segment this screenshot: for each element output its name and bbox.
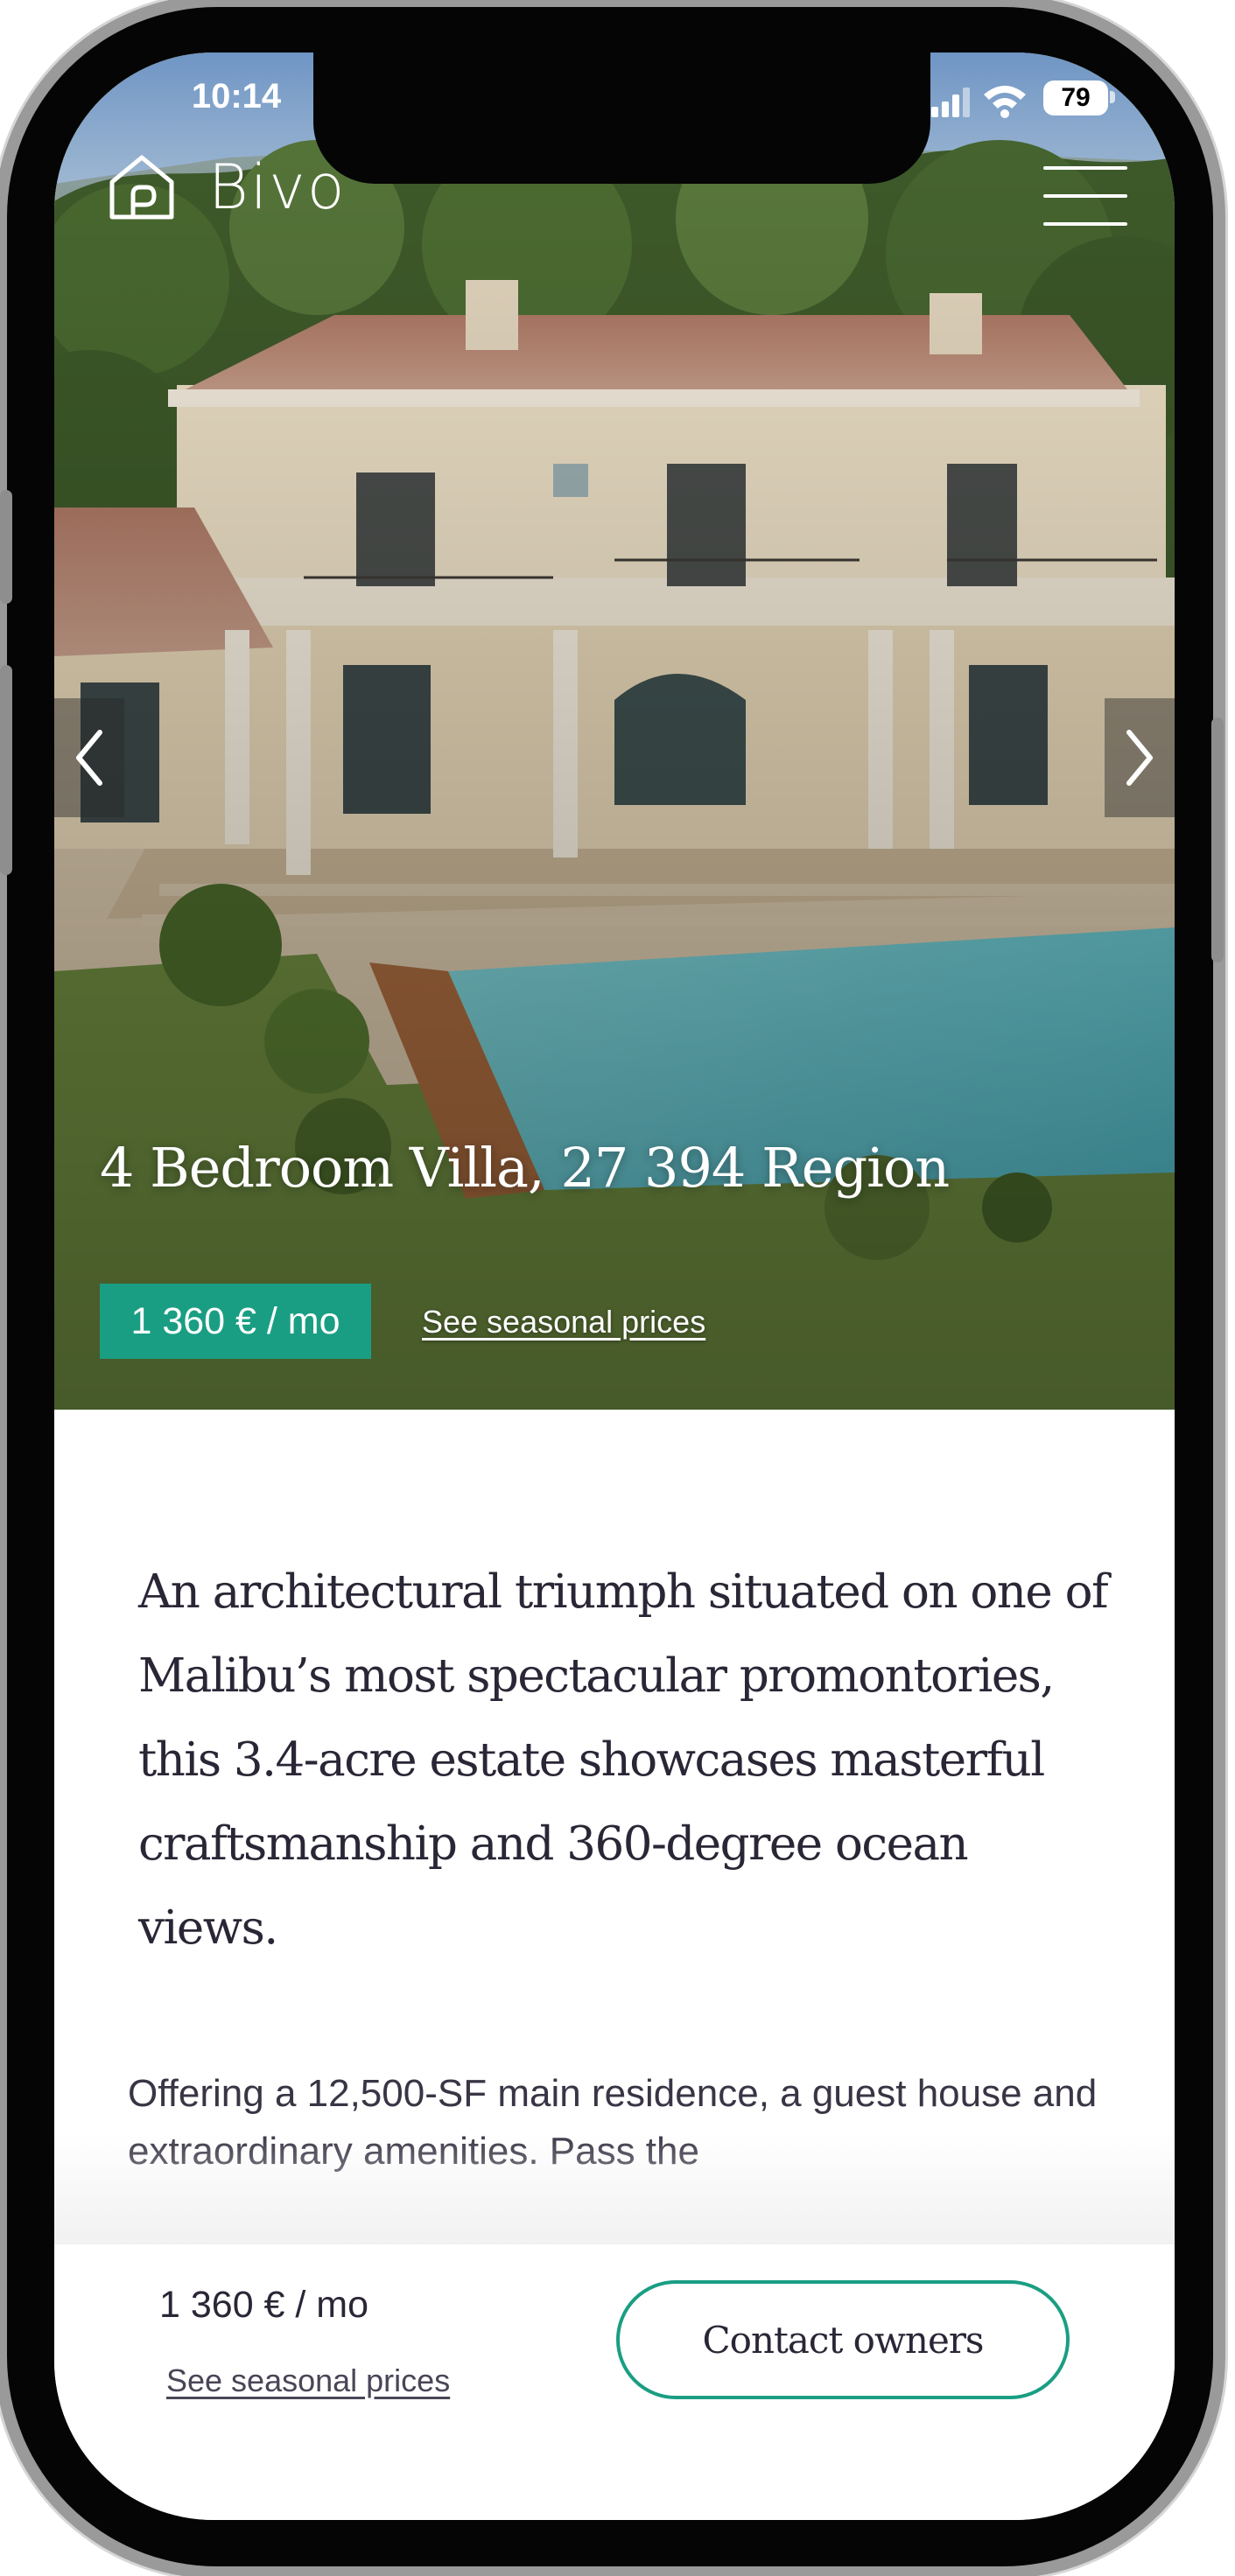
menu-line (1043, 222, 1127, 226)
status-icons: 79 (930, 79, 1131, 122)
gallery-prev-button[interactable] (54, 698, 124, 817)
price-badge: 1 360 € / mo (100, 1284, 371, 1359)
bottom-seasonal-prices-link[interactable]: See seasonal prices (166, 2362, 450, 2399)
camera-notch (313, 52, 930, 184)
side-button (1211, 718, 1224, 962)
listing-lead-text: An architectural triumph situated on one… (138, 1565, 1109, 1955)
hamburger-menu-button[interactable] (1043, 166, 1127, 226)
hero-gallery: 10:14 79 Bivo 4 Bedroom Villa, 27 394 Re… (54, 52, 1175, 1410)
text-fade-overlay (54, 2133, 1175, 2247)
gallery-next-button[interactable] (1105, 698, 1175, 817)
chevron-left-icon (76, 730, 102, 786)
menu-line (1043, 166, 1127, 170)
contact-owners-button[interactable]: Contact owners (616, 2280, 1070, 2399)
menu-line (1043, 194, 1127, 198)
home-logo-icon (109, 155, 174, 220)
side-button (0, 665, 12, 875)
battery-tip (1110, 91, 1115, 103)
listing-title: 4 Bedroom Villa, 27 394 Region (100, 1136, 950, 1200)
brand-logo[interactable]: Bivo (105, 150, 347, 224)
side-button (0, 490, 12, 604)
seasonal-prices-link[interactable]: See seasonal prices (422, 1304, 705, 1340)
status-time: 10:14 (191, 77, 282, 116)
brand-name: Bivo (208, 151, 347, 223)
villa-photo (54, 52, 1175, 1410)
screen: 10:14 79 Bivo 4 Bedroom Villa, 27 394 Re… (54, 52, 1175, 2520)
chevron-right-icon (1126, 730, 1153, 786)
signal-wifi-icon (931, 86, 1026, 118)
bottom-price: 1 360 € / mo (159, 2284, 369, 2326)
battery-indicator: 79 (1043, 80, 1108, 116)
